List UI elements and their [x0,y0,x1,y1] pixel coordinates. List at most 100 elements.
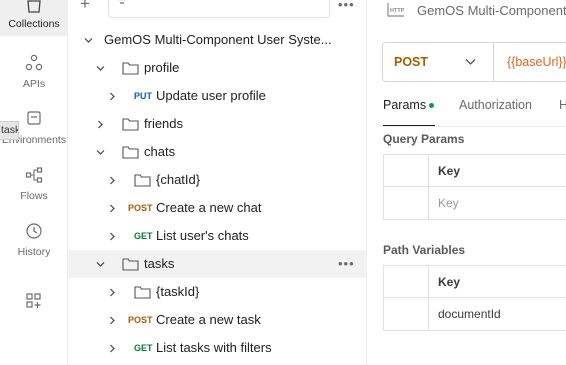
tree-item-label: tasks [144,256,175,271]
rail-label-flows: Flows [20,190,48,202]
chevron-right-icon[interactable] [108,316,117,325]
request-panel: HTTP GemOS Multi-Component POST {{baseUr… [367,0,566,365]
method-select[interactable]: POST [394,55,428,69]
chevron-down-icon[interactable] [96,64,105,73]
method-badge-post: POST [128,203,153,213]
checkbox-column [384,187,429,219]
folder-icon [134,174,151,187]
tree-folder-profile[interactable]: profile [68,54,367,82]
chevron-down-icon[interactable] [84,36,93,45]
flows-icon [25,167,43,183]
chevron-right-icon[interactable] [108,232,117,241]
tab-params[interactable]: Params [383,98,426,112]
tree-item-label: List user's chats [156,228,249,243]
checkbox-column [384,266,429,297]
tree-item-label: {taskId} [156,284,200,299]
rail-label-apis: APIs [22,78,46,90]
chevron-right-icon[interactable] [96,120,105,129]
chevron-right-icon[interactable] [108,176,117,185]
folder-icon [122,258,139,271]
tree-folder-chats[interactable]: chats [68,138,367,166]
column-header-key: Key [438,164,461,178]
tree-folder-friends[interactable]: friends [68,110,367,138]
tree-item-label: {chatId} [156,172,201,187]
tree-item-label: Update user profile [156,88,266,103]
table-header-row: Key [384,155,566,187]
sidebar-toolbar: + ••• [68,0,367,20]
query-params-table: Key Key [383,154,566,220]
tab-headers[interactable]: H [559,98,566,112]
folder-icon [134,286,151,299]
chevron-down-icon[interactable] [465,58,476,66]
hover-tooltip: tasks [0,121,19,140]
collections-icon [27,0,41,13]
history-icon [26,223,42,239]
path-variables-title: Path Variables [383,243,466,257]
table-row: Key [384,187,566,219]
tree-item-label: profile [144,60,180,75]
query-params-title: Query Params [383,132,465,146]
method-badge-get: GET [134,231,153,241]
tree-request-update-user-profile[interactable]: PUT Update user profile [68,82,367,110]
folder-icon [122,62,139,75]
tab-authorization[interactable]: Authorization [459,98,532,112]
url-input[interactable]: {{baseUrl}} [507,55,566,69]
more-actions-icon[interactable]: ••• [338,0,355,12]
tree-collection-root[interactable]: GemOS Multi-Component User Syste... [68,26,367,54]
tree-item-label: Create a new chat [156,200,262,215]
chevron-right-icon[interactable] [108,344,117,353]
tree-item-label: chats [144,144,176,159]
http-request-icon: HTTP [387,3,405,17]
request-tabs: Params Authorization H [383,98,566,128]
environments-icon [27,111,41,125]
checkbox-column [384,298,429,330]
rail-flows[interactable]: Flows [0,166,68,202]
chevron-right-icon[interactable] [108,92,117,101]
tree-folder-chatid[interactable]: {chatId} [68,166,367,194]
rail-label-collections: Collections [8,18,60,30]
method-badge-get: GET [134,343,153,353]
folder-icon [122,118,139,131]
column-header-key: Key [438,275,461,289]
method-badge-put: PUT [134,91,152,101]
left-rail: Collections APIs Environments Flows Hist… [0,0,68,365]
folder-icon [122,146,139,159]
svg-text:HTTP: HTTP [390,8,405,14]
tree-request-create-chat[interactable]: POST Create a new chat [68,194,367,222]
tree-folder-tasks[interactable]: tasks ••• [68,250,367,278]
chevron-right-icon[interactable] [108,204,117,213]
rail-label-history: History [17,246,51,258]
rail-collections[interactable]: Collections [0,0,68,36]
sidebar-search-box[interactable] [108,0,330,18]
tree-folder-taskid[interactable]: {taskId} [68,278,367,306]
chevron-down-icon[interactable] [96,260,105,269]
chevron-right-icon[interactable] [108,288,117,297]
add-widget-icon [26,293,41,308]
tree-request-list-chats[interactable]: GET List user's chats [68,222,367,250]
collection-name: GemOS Multi-Component User Syste... [104,32,332,47]
new-plus-icon[interactable]: + [80,0,90,14]
divider [493,43,494,81]
tree-request-list-tasks[interactable]: GET List tasks with filters [68,334,367,362]
table-row: documentId [384,298,566,330]
tree-item-label: List tasks with filters [156,340,272,355]
key-input[interactable]: Key [438,187,459,219]
url-bar: POST {{baseUrl}} [382,42,566,82]
checkbox-column [384,155,429,186]
params-indicator-dot [429,103,434,108]
chevron-down-icon[interactable] [96,148,105,157]
tree-item-label: Create a new task [156,312,261,327]
collections-sidebar: + ••• GemOS Multi-Component User Syste..… [68,0,367,365]
path-variable-key[interactable]: documentId [438,298,501,330]
rail-history[interactable]: History [0,222,68,258]
table-header-row: Key [384,266,566,298]
method-badge-post: POST [128,315,153,325]
rail-configure-workbench[interactable] [0,292,68,316]
filter-icon[interactable] [115,0,129,6]
rail-apis[interactable]: APIs [0,54,68,90]
folder-more-actions-icon[interactable]: ••• [338,250,355,278]
path-variables-table: Key documentId [383,265,566,331]
tabs-divider [383,126,566,127]
tree-request-create-task[interactable]: POST Create a new task [68,306,367,334]
request-title: GemOS Multi-Component [417,3,566,18]
